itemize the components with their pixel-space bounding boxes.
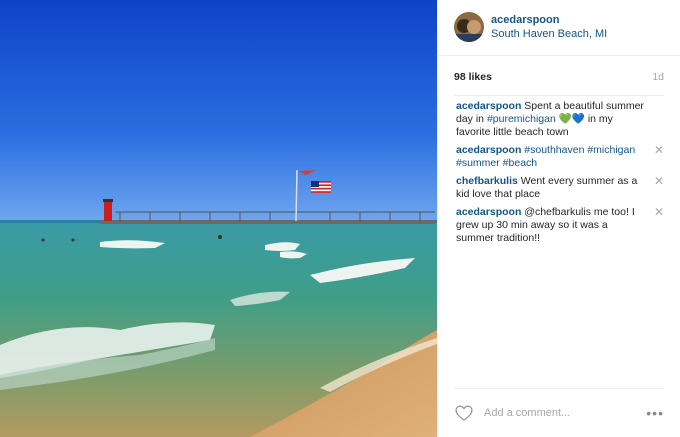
avatar[interactable] [454, 12, 484, 42]
comment-item: chefbarkulis Went every summer as a kid … [456, 175, 664, 201]
comment-username[interactable]: acedarspoon [456, 144, 521, 156]
comment-item: acedarspoon #southhaven #michigan #summe… [456, 144, 664, 170]
comment-username[interactable]: acedarspoon [456, 206, 521, 218]
add-comment-input[interactable] [484, 407, 647, 419]
comment-username[interactable]: chefbarkulis [456, 175, 518, 187]
post-username[interactable]: acedarspoon [491, 13, 607, 27]
caption-username[interactable]: acedarspoon [456, 100, 521, 112]
close-icon[interactable]: ✕ [654, 206, 664, 218]
post-location[interactable]: South Haven Beach, MI [491, 27, 607, 41]
beach-photo-illustration [0, 0, 437, 437]
close-icon[interactable]: ✕ [654, 175, 664, 187]
caption-emoji: 💚💙 [558, 113, 585, 125]
post-photo[interactable] [0, 0, 437, 437]
comment-item: acedarspoon @chefbarkulis me too! I grew… [456, 206, 664, 245]
comment-list: acedarspoon Spent a beautiful summer day… [438, 96, 680, 245]
comment-composer: ••• [454, 388, 664, 437]
caption-hashtag[interactable]: #puremichigan [487, 113, 556, 125]
post-modal: acedarspoon South Haven Beach, MI 98 lik… [0, 0, 680, 437]
more-icon[interactable]: ••• [646, 405, 664, 421]
close-icon[interactable]: ✕ [654, 144, 664, 156]
post-age[interactable]: 1d [652, 71, 664, 95]
post-sidebar: acedarspoon South Haven Beach, MI 98 lik… [437, 0, 680, 437]
heart-icon[interactable] [454, 403, 474, 423]
caption: acedarspoon Spent a beautiful summer day… [456, 100, 664, 139]
post-header: acedarspoon South Haven Beach, MI [438, 0, 680, 56]
avatar-image [454, 12, 484, 42]
post-header-text: acedarspoon South Haven Beach, MI [491, 13, 607, 55]
likes-count[interactable]: 98 likes [454, 71, 492, 95]
post-meta: 98 likes 1d [454, 56, 664, 96]
